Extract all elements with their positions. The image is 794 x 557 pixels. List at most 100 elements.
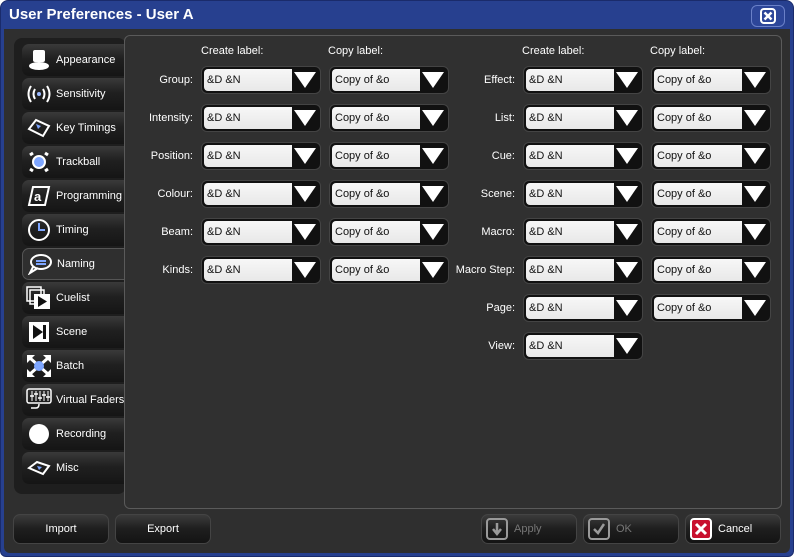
macro-copy-label-dropdown[interactable]: Copy of &o <box>651 218 771 246</box>
sidebar-item-cuelist[interactable]: Cuelist <box>22 282 132 314</box>
export-button[interactable]: Export <box>115 514 211 544</box>
close-button[interactable] <box>751 5 785 27</box>
combo-value[interactable]: &D &N <box>204 145 292 167</box>
dropdown-arrow-icon[interactable] <box>744 262 766 278</box>
combo-value[interactable]: Copy of &o <box>654 69 742 91</box>
apply-button[interactable]: Apply <box>481 514 577 544</box>
page-copy-label-dropdown[interactable]: Copy of &o <box>651 294 771 322</box>
combo-value[interactable]: &D &N <box>204 107 292 129</box>
sidebar-item-recording[interactable]: Recording <box>22 418 132 450</box>
sidebar-item-timing[interactable]: Timing <box>22 214 132 246</box>
kinds-copy-label-dropdown[interactable]: Copy of &o <box>329 256 449 284</box>
dropdown-arrow-icon[interactable] <box>422 148 444 164</box>
dropdown-arrow-icon[interactable] <box>422 224 444 240</box>
dropdown-arrow-icon[interactable] <box>744 186 766 202</box>
view-create-label-dropdown[interactable]: &D &N <box>523 332 643 360</box>
sidebar-item-naming[interactable]: Naming <box>22 248 134 280</box>
dropdown-arrow-icon[interactable] <box>294 110 316 126</box>
combo-value[interactable]: Copy of &o <box>654 221 742 243</box>
combo-value[interactable]: Copy of &o <box>332 107 420 129</box>
dropdown-arrow-icon[interactable] <box>422 186 444 202</box>
combo-value[interactable]: Copy of &o <box>654 259 742 281</box>
sidebar-item-scene[interactable]: Scene <box>22 316 132 348</box>
combo-value[interactable]: Copy of &o <box>654 107 742 129</box>
combo-value[interactable]: &D &N <box>526 259 614 281</box>
combo-value[interactable]: &D &N <box>526 221 614 243</box>
sidebar-item-appearance[interactable]: Appearance <box>22 44 132 76</box>
ok-button[interactable]: OK <box>583 514 679 544</box>
sidebar-item-programming[interactable]: a Programming <box>22 180 132 212</box>
group-create-label-dropdown[interactable]: &D &N <box>201 66 321 94</box>
cue-copy-label-dropdown[interactable]: Copy of &o <box>651 142 771 170</box>
combo-value[interactable]: &D &N <box>526 107 614 129</box>
scene-create-label-dropdown[interactable]: &D &N <box>523 180 643 208</box>
macro-create-label-dropdown[interactable]: &D &N <box>523 218 643 246</box>
combo-value[interactable]: &D &N <box>204 221 292 243</box>
group-copy-label-dropdown[interactable]: Copy of &o <box>329 66 449 94</box>
position-create-label-dropdown[interactable]: &D &N <box>201 142 321 170</box>
colour-copy-label-dropdown[interactable]: Copy of &o <box>329 180 449 208</box>
dropdown-arrow-icon[interactable] <box>744 300 766 316</box>
combo-value[interactable]: &D &N <box>204 259 292 281</box>
dropdown-arrow-icon[interactable] <box>422 262 444 278</box>
import-button[interactable]: Import <box>13 514 109 544</box>
dropdown-arrow-icon[interactable] <box>744 110 766 126</box>
dropdown-arrow-icon[interactable] <box>744 72 766 88</box>
list-create-label-dropdown[interactable]: &D &N <box>523 104 643 132</box>
effect-copy-label-dropdown[interactable]: Copy of &o <box>651 66 771 94</box>
combo-value[interactable]: Copy of &o <box>332 183 420 205</box>
intensity-copy-label-dropdown[interactable]: Copy of &o <box>329 104 449 132</box>
combo-value[interactable]: &D &N <box>526 183 614 205</box>
dropdown-arrow-icon[interactable] <box>616 300 638 316</box>
dropdown-arrow-icon[interactable] <box>744 148 766 164</box>
sidebar-item-batch[interactable]: Batch <box>22 350 132 382</box>
combo-value[interactable]: &D &N <box>526 69 614 91</box>
dropdown-arrow-icon[interactable] <box>616 262 638 278</box>
combo-value[interactable]: Copy of &o <box>654 145 742 167</box>
dropdown-arrow-icon[interactable] <box>422 110 444 126</box>
effect-create-label-dropdown[interactable]: &D &N <box>523 66 643 94</box>
combo-value[interactable]: Copy of &o <box>654 297 742 319</box>
dropdown-arrow-icon[interactable] <box>616 148 638 164</box>
kinds-create-label-dropdown[interactable]: &D &N <box>201 256 321 284</box>
page-create-label-dropdown[interactable]: &D &N <box>523 294 643 322</box>
combo-value[interactable]: &D &N <box>204 69 292 91</box>
dropdown-arrow-icon[interactable] <box>744 224 766 240</box>
scene-copy-label-dropdown[interactable]: Copy of &o <box>651 180 771 208</box>
dropdown-arrow-icon[interactable] <box>294 186 316 202</box>
intensity-create-label-dropdown[interactable]: &D &N <box>201 104 321 132</box>
sidebar-item-key-timings[interactable]: Key Timings <box>22 112 132 144</box>
dropdown-arrow-icon[interactable] <box>294 72 316 88</box>
dropdown-arrow-icon[interactable] <box>616 338 638 354</box>
combo-value[interactable]: &D &N <box>204 183 292 205</box>
dropdown-arrow-icon[interactable] <box>616 110 638 126</box>
dropdown-arrow-icon[interactable] <box>422 72 444 88</box>
dropdown-arrow-icon[interactable] <box>294 262 316 278</box>
combo-value[interactable]: Copy of &o <box>654 183 742 205</box>
dropdown-arrow-icon[interactable] <box>294 224 316 240</box>
sidebar-item-virtual-faders[interactable]: Virtual Faders <box>22 384 132 416</box>
combo-value[interactable]: &D &N <box>526 145 614 167</box>
combo-value[interactable]: Copy of &o <box>332 259 420 281</box>
combo-value[interactable]: Copy of &o <box>332 145 420 167</box>
dropdown-arrow-icon[interactable] <box>616 224 638 240</box>
dropdown-arrow-icon[interactable] <box>616 186 638 202</box>
list-copy-label-dropdown[interactable]: Copy of &o <box>651 104 771 132</box>
sidebar-item-misc[interactable]: Misc <box>22 452 132 484</box>
colour-create-label-dropdown[interactable]: &D &N <box>201 180 321 208</box>
beam-create-label-dropdown[interactable]: &D &N <box>201 218 321 246</box>
combo-value[interactable]: Copy of &o <box>332 221 420 243</box>
macro-step-copy-label-dropdown[interactable]: Copy of &o <box>651 256 771 284</box>
dropdown-arrow-icon[interactable] <box>616 72 638 88</box>
sidebar-item-trackball[interactable]: Trackball <box>22 146 132 178</box>
dropdown-arrow-icon[interactable] <box>294 148 316 164</box>
cue-create-label-dropdown[interactable]: &D &N <box>523 142 643 170</box>
combo-value[interactable]: Copy of &o <box>332 69 420 91</box>
macro-step-create-label-dropdown[interactable]: &D &N <box>523 256 643 284</box>
combo-value[interactable]: &D &N <box>526 335 614 357</box>
cancel-button[interactable]: Cancel <box>685 514 781 544</box>
sidebar-item-sensitivity[interactable]: Sensitivity <box>22 78 132 110</box>
position-copy-label-dropdown[interactable]: Copy of &o <box>329 142 449 170</box>
combo-value[interactable]: &D &N <box>526 297 614 319</box>
beam-copy-label-dropdown[interactable]: Copy of &o <box>329 218 449 246</box>
